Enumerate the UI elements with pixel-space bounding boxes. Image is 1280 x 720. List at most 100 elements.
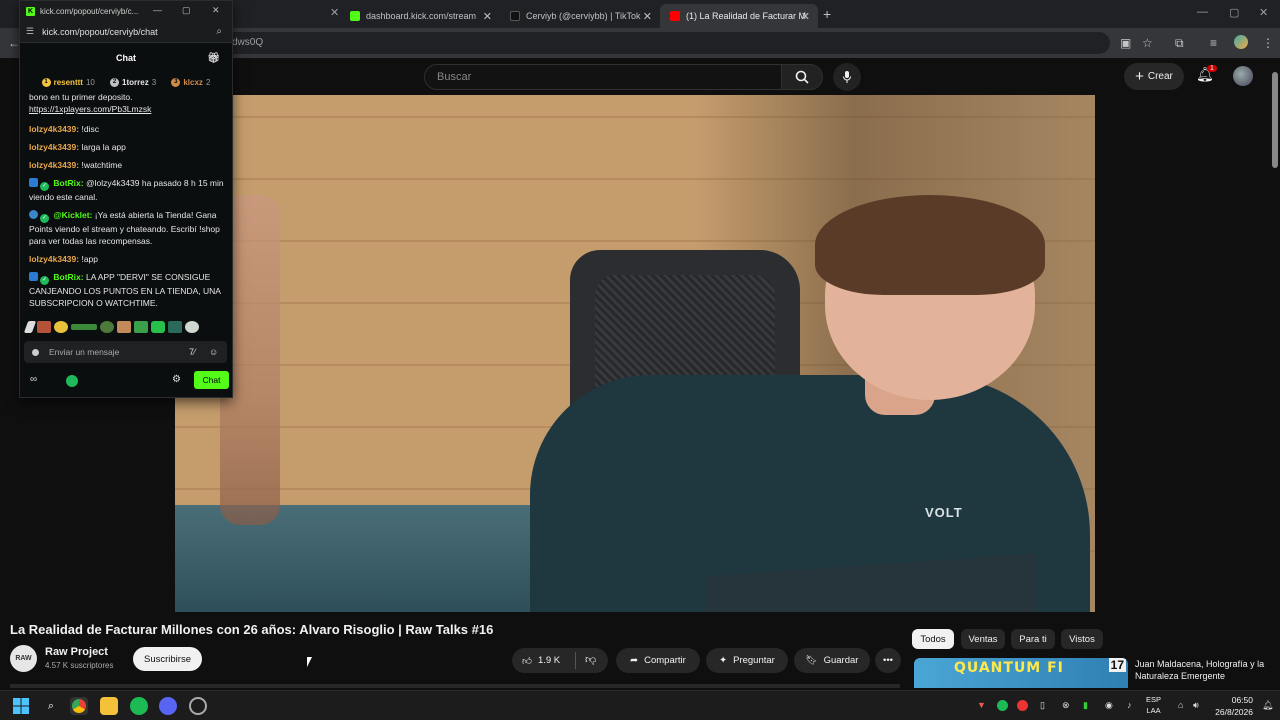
kick-icon: K	[26, 6, 35, 16]
voice-search-button[interactable]	[833, 63, 861, 91]
gear-icon[interactable]: ⚙	[172, 374, 181, 385]
kick-emote-icon[interactable]: 7⁄	[189, 347, 196, 357]
close-icon[interactable]: ✕	[330, 6, 339, 19]
emoji-icon[interactable]: ☺	[209, 347, 218, 357]
message-username[interactable]: lolzy4k3439:	[29, 124, 79, 134]
leaderboard-entry[interactable]: 2 1torrez 3	[110, 77, 156, 87]
kick-badge-icon[interactable]	[66, 375, 78, 387]
emote-icon[interactable]	[100, 321, 114, 333]
input-language[interactable]: ESP LAA	[1146, 694, 1161, 716]
message-username[interactable]: @Kicklet:	[53, 210, 92, 220]
system-clock[interactable]: 06:50 26/8/2026	[1207, 694, 1253, 718]
close-icon[interactable]: ✕	[1259, 6, 1268, 19]
channel-avatar[interactable]: RAW	[10, 645, 37, 672]
leaderboard-entry[interactable]: 1 resenttt 10	[41, 77, 95, 87]
notifications-icon[interactable]: 🔔︎	[1262, 700, 1273, 711]
spotify-icon[interactable]	[130, 697, 148, 715]
extensions-icon[interactable]: ⧉	[1175, 36, 1184, 51]
more-menu-icon[interactable]: ⋮	[1262, 36, 1274, 50]
browser-tab-tiktok[interactable]: Cerviyb (@cerviybb) | TikTok ✕	[500, 4, 660, 28]
profile-avatar[interactable]	[1234, 35, 1248, 49]
recommended-video-title[interactable]: Juan Maldacena, Holografía y la Naturale…	[1135, 658, 1270, 682]
popout-titlebar[interactable]: K kick.com/popout/cerviyb/c... — ▢ ✕	[20, 1, 232, 21]
tray-mic-icon[interactable]: ♪	[1127, 700, 1132, 710]
filter-chip-todos[interactable]: Todos	[912, 629, 954, 649]
emote-icon[interactable]	[71, 324, 97, 330]
emote-icon[interactable]	[134, 321, 148, 333]
tray-download-icon[interactable]: ▼	[977, 700, 986, 710]
kick-chat-popout-window[interactable]: K kick.com/popout/cerviyb/c... — ▢ ✕ ☰ k…	[19, 0, 233, 398]
tray-record-icon[interactable]	[1017, 700, 1028, 711]
site-settings-icon[interactable]: ☰	[26, 26, 34, 37]
new-tab-icon[interactable]: +	[823, 6, 831, 22]
search-icon[interactable]: ⌕	[216, 26, 222, 37]
obs-icon[interactable]	[189, 697, 207, 715]
address-bar[interactable]: dws0Q	[220, 32, 1110, 54]
create-button[interactable]: + Crear	[1124, 63, 1184, 90]
account-avatar[interactable]	[1233, 66, 1253, 86]
bookmark-star-icon[interactable]: ☆	[1142, 36, 1153, 50]
browser-tab-kick-dashboard[interactable]: dashboard.kick.com/stream ✕	[340, 4, 500, 28]
filter-chip-vistos[interactable]: Vistos	[1061, 629, 1103, 649]
windows-start-icon[interactable]	[12, 697, 30, 715]
emote-icon[interactable]	[185, 321, 199, 333]
close-icon[interactable]: ✕	[801, 10, 810, 23]
close-icon[interactable]: ✕	[212, 5, 220, 16]
thumbs-down-icon[interactable]: 👎︎	[585, 653, 596, 666]
chat-header: Chat 🎁︎	[20, 43, 232, 73]
message-username[interactable]: lolzy4k3439:	[29, 254, 79, 264]
minimize-icon[interactable]: —	[1197, 6, 1208, 18]
discord-icon[interactable]	[159, 697, 177, 715]
microphone-icon	[843, 71, 851, 83]
emote-icon[interactable]	[54, 321, 68, 333]
emote-icon[interactable]	[151, 321, 165, 333]
maximize-icon[interactable]: ▢	[182, 5, 191, 16]
filter-chip-para-ti[interactable]: Para ti	[1011, 629, 1055, 649]
scrollbar-thumb[interactable]	[1272, 72, 1278, 168]
like-button[interactable]: 👍︎ 1.9 K	[522, 655, 560, 667]
tray-nvidia-icon[interactable]: ▮	[1083, 700, 1088, 711]
network-icon[interactable]: ⌂	[1178, 700, 1183, 710]
close-icon[interactable]: ✕	[483, 10, 492, 23]
emote-icon[interactable]	[168, 321, 182, 333]
channel-name[interactable]: Raw Project	[45, 646, 108, 658]
volume-icon[interactable]: 🔊︎	[1193, 700, 1199, 711]
emote-icon[interactable]	[117, 321, 131, 333]
chat-send-button[interactable]: Chat	[194, 371, 229, 389]
tray-vpn-icon[interactable]: ⊗	[1062, 700, 1070, 711]
tray-battery-icon[interactable]: ▯	[1040, 700, 1045, 711]
more-actions-button[interactable]: •••	[875, 648, 901, 673]
filter-chip-ventas[interactable]: Ventas	[961, 629, 1005, 649]
reading-list-icon[interactable]: ≡	[1210, 36, 1217, 50]
maximize-icon[interactable]: ▢	[1229, 6, 1239, 19]
message-username[interactable]: lolzy4k3439:	[29, 142, 79, 152]
gift-icon[interactable]: 🎁︎	[207, 53, 220, 64]
popout-address-bar[interactable]: ☰ kick.com/popout/cerviyb/chat ⌕	[20, 21, 232, 43]
browser-tab-youtube[interactable]: (1) La Realidad de Facturar M ✕	[660, 4, 818, 28]
ask-button[interactable]: ✦ Preguntar	[706, 648, 788, 673]
save-button[interactable]: 🔖︎ Guardar	[794, 648, 870, 673]
message-link[interactable]: https://1xplayers.com/Pb3Lmzsk	[29, 104, 151, 114]
search-button[interactable]	[781, 64, 823, 90]
tray-discord-icon[interactable]: ◉	[1105, 700, 1113, 711]
leaderboard-entry[interactable]: 3 klcxz 2	[171, 77, 210, 87]
message-username[interactable]: BotRix:	[53, 272, 83, 282]
cast-icon[interactable]: ▣	[1120, 36, 1131, 50]
search-input[interactable]: Buscar	[424, 64, 782, 90]
message-username[interactable]: lolzy4k3439:	[29, 160, 79, 170]
search-icon[interactable]: ⌕	[42, 697, 60, 715]
file-explorer-icon[interactable]	[100, 697, 118, 715]
chat-message-input[interactable]: Enviar un mensaje 7⁄ ☺	[24, 341, 227, 363]
video-player[interactable]: VOLT	[175, 95, 1095, 612]
close-icon[interactable]: ✕	[643, 10, 652, 23]
emote-icon[interactable]	[37, 321, 51, 333]
emote-icon[interactable]	[23, 321, 37, 333]
message-username[interactable]: BotRix:	[53, 178, 83, 188]
share-button[interactable]: ➦ Compartir	[616, 648, 700, 673]
chrome-icon[interactable]	[70, 697, 88, 715]
minimize-icon[interactable]: —	[153, 5, 162, 15]
points-icon[interactable]: ∞	[30, 374, 37, 385]
subscribe-button[interactable]: Suscribirse	[133, 647, 202, 671]
tray-spotify-icon[interactable]	[997, 700, 1008, 711]
recommended-video-thumbnail[interactable]: QUANTUM FI 17	[914, 658, 1128, 688]
